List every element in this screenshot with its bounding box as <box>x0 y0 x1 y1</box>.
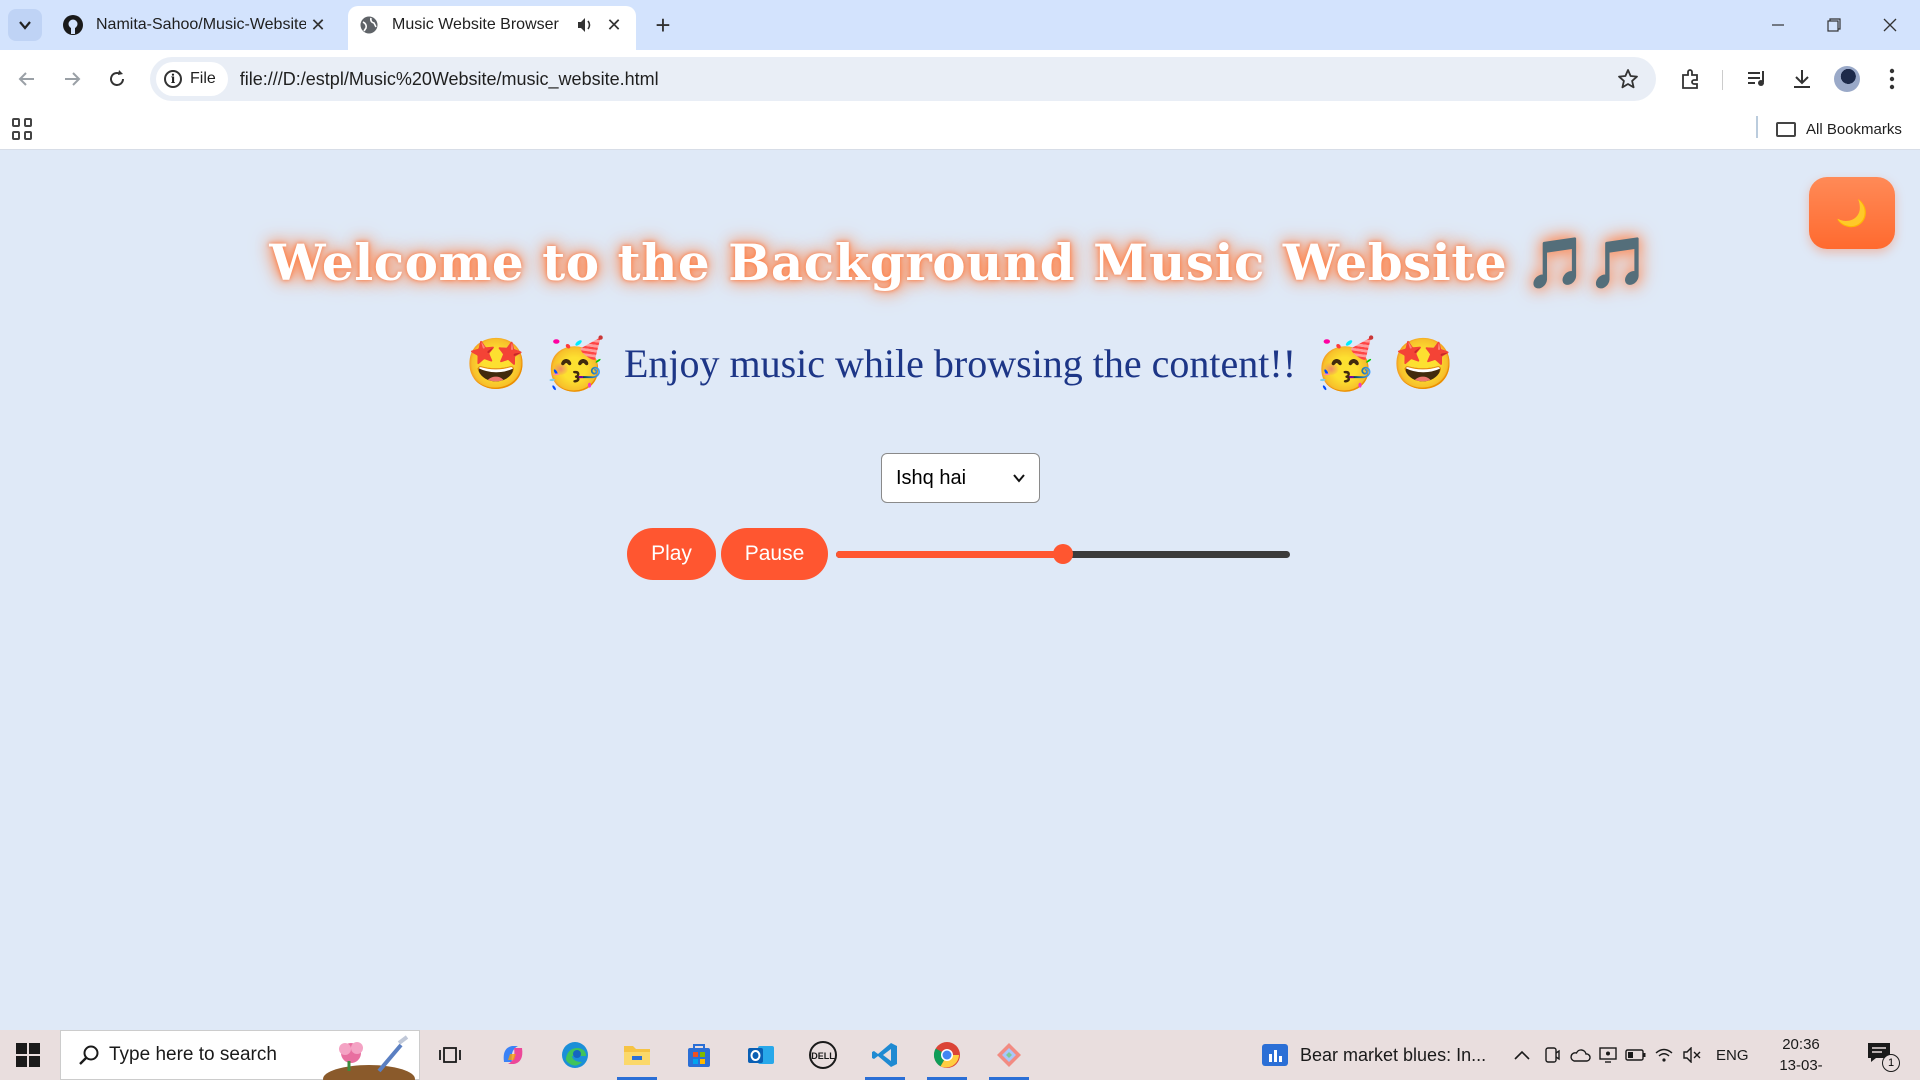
bookmark-star-icon[interactable] <box>1608 68 1648 90</box>
party-face-emoji: 🥳 <box>1314 336 1377 392</box>
meet-now-icon[interactable] <box>1538 1046 1566 1064</box>
close-tab-icon[interactable]: ✕ <box>306 13 330 37</box>
tab-strip: Namita-Sahoo/Music-Website ✕ Music Websi… <box>0 0 1920 50</box>
copilot-icon[interactable] <box>485 1035 541 1075</box>
search-icon <box>79 1045 99 1065</box>
display-icon[interactable] <box>1594 1046 1622 1064</box>
task-view-icon[interactable] <box>422 1035 478 1075</box>
vscode-icon[interactable] <box>857 1035 913 1080</box>
taskbar-search-box[interactable]: Type here to search <box>60 1030 420 1080</box>
music-notes-icon: 🎵🎵 <box>1525 233 1651 292</box>
pause-button[interactable]: Pause <box>721 528 828 580</box>
download-icon[interactable] <box>1785 62 1819 96</box>
restore-icon[interactable] <box>1806 0 1862 50</box>
forward-icon[interactable] <box>55 62 89 96</box>
volume-muted-icon[interactable] <box>1678 1047 1706 1063</box>
all-bookmarks-button[interactable]: All Bookmarks <box>1776 116 1902 142</box>
new-tab-button[interactable]: + <box>648 10 678 40</box>
play-button[interactable]: Play <box>627 528 716 580</box>
windows-start-icon[interactable] <box>16 1043 40 1067</box>
info-icon: i <box>164 70 182 88</box>
tab-music-website[interactable]: Music Website Browser ✕ <box>348 6 636 50</box>
tab-title: Namita-Sahoo/Music-Website <box>96 16 306 33</box>
page-title-text: Welcome to the Background Music Website <box>269 233 1508 292</box>
star-struck-emoji: 🤩 <box>1392 336 1455 392</box>
chevron-down-icon <box>19 21 31 30</box>
menu-kebab-icon[interactable] <box>1875 62 1909 96</box>
volume-slider[interactable] <box>836 544 1290 564</box>
url-text[interactable]: file:///D:/estpl/Music%20Website/music_w… <box>240 69 1608 90</box>
language-indicator[interactable]: ENG <box>1716 1047 1749 1064</box>
page-content: 🌙 Welcome to the Background Music Websit… <box>0 151 1920 1030</box>
address-bar[interactable]: i File file:///D:/estpl/Music%20Website/… <box>150 57 1656 101</box>
github-icon <box>62 14 84 36</box>
page-title: Welcome to the Background Music Website … <box>0 233 1920 293</box>
wifi-icon[interactable] <box>1650 1047 1678 1063</box>
battery-icon[interactable] <box>1622 1049 1650 1061</box>
taskbar-search-placeholder: Type here to search <box>109 1044 277 1065</box>
volume-slider-fill <box>836 551 1063 558</box>
extensions-icon[interactable] <box>1674 62 1708 96</box>
notification-badge: 1 <box>1882 1054 1900 1072</box>
dell-icon[interactable]: DELL <box>795 1035 851 1075</box>
outlook-icon[interactable] <box>733 1035 789 1075</box>
folder-icon <box>1776 121 1796 137</box>
speaker-icon[interactable] <box>574 14 596 36</box>
microsoft-store-icon[interactable] <box>671 1035 727 1075</box>
edge-browser-icon[interactable] <box>547 1035 603 1075</box>
site-info-chip[interactable]: i File <box>156 62 228 96</box>
svg-text:DELL: DELL <box>811 1051 835 1061</box>
system-tray: ENG <box>1510 1030 1749 1080</box>
tab-github[interactable]: Namita-Sahoo/Music-Website ✕ <box>52 6 340 44</box>
back-icon[interactable] <box>10 62 44 96</box>
news-headline: Bear market blues: In... <box>1300 1044 1487 1065</box>
bookmarks-divider <box>1756 116 1758 138</box>
clock-time: 20:36 <box>1782 1036 1820 1053</box>
search-highlight-illustration <box>323 1035 415 1080</box>
news-chart-icon <box>1262 1044 1288 1066</box>
apps-grid-icon[interactable] <box>12 118 34 140</box>
site-info-label: File <box>190 70 216 87</box>
all-bookmarks-label: All Bookmarks <box>1806 120 1902 138</box>
toolbar-divider <box>1722 70 1723 90</box>
app-pinned-icon[interactable] <box>981 1035 1037 1080</box>
page-subtitle: 🤩 🥳 Enjoy music while browsing the conten… <box>0 335 1920 394</box>
notification-center-button[interactable]: 1 <box>1864 1041 1904 1072</box>
close-tab-icon[interactable]: ✕ <box>602 13 626 37</box>
browser-toolbar: i File file:///D:/estpl/Music%20Website/… <box>0 50 1920 108</box>
windows-taskbar: Type here to search DELL Bear market blu… <box>0 1030 1920 1080</box>
star-struck-emoji: 🤩 <box>465 336 528 392</box>
onedrive-icon[interactable] <box>1566 1048 1594 1062</box>
minimize-icon[interactable] <box>1750 0 1806 50</box>
tab-search-button[interactable] <box>8 9 42 41</box>
file-explorer-icon[interactable] <box>609 1035 665 1080</box>
party-face-emoji: 🥳 <box>543 336 606 392</box>
tab-title: Music Website Browser <box>392 16 559 33</box>
moon-icon: 🌙 <box>1835 197 1869 228</box>
media-control-icon[interactable] <box>1740 62 1774 96</box>
avatar <box>1834 66 1860 92</box>
chevron-down-icon <box>1013 474 1025 483</box>
profile-avatar[interactable] <box>1830 62 1864 96</box>
chrome-icon[interactable] <box>919 1035 975 1080</box>
news-widget[interactable]: Bear market blues: In... <box>1262 1040 1486 1070</box>
song-select-value: Ishq hai <box>896 466 967 489</box>
volume-slider-thumb[interactable] <box>1053 544 1073 564</box>
taskbar-clock[interactable]: 20:36 13-03-2025 <box>1766 1034 1836 1080</box>
bookmarks-bar: All Bookmarks <box>0 108 1920 150</box>
close-window-icon[interactable] <box>1862 0 1918 50</box>
globe-icon <box>358 14 380 36</box>
song-select-dropdown[interactable]: Ishq hai <box>881 453 1040 503</box>
reload-icon[interactable] <box>100 62 134 96</box>
chevron-up-icon[interactable] <box>1510 1050 1534 1060</box>
clock-date: 13-03-2025 <box>1779 1057 1823 1080</box>
page-subtitle-text: Enjoy music while browsing the content!! <box>623 341 1297 386</box>
